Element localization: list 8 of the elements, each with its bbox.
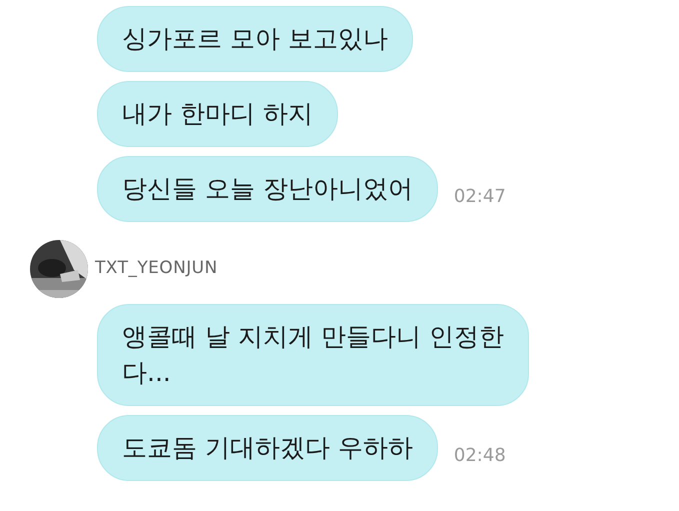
message-time: 02:47 [454,185,506,209]
sender-name: TXT_YEONJUN [95,257,218,280]
message-bubble: 앵콜때 날 지치게 만들다니 인정한다... [97,304,529,406]
message-time: 02:48 [454,444,506,468]
message-bubble: 싱가포르 모아 보고있나 [97,6,413,72]
message-bubble: 도쿄돔 기대하겠다 우하하 [97,415,438,481]
message-bubble: 내가 한마디 하지 [97,81,338,147]
message-bubble: 당신들 오늘 장난아니었어 [97,156,438,222]
